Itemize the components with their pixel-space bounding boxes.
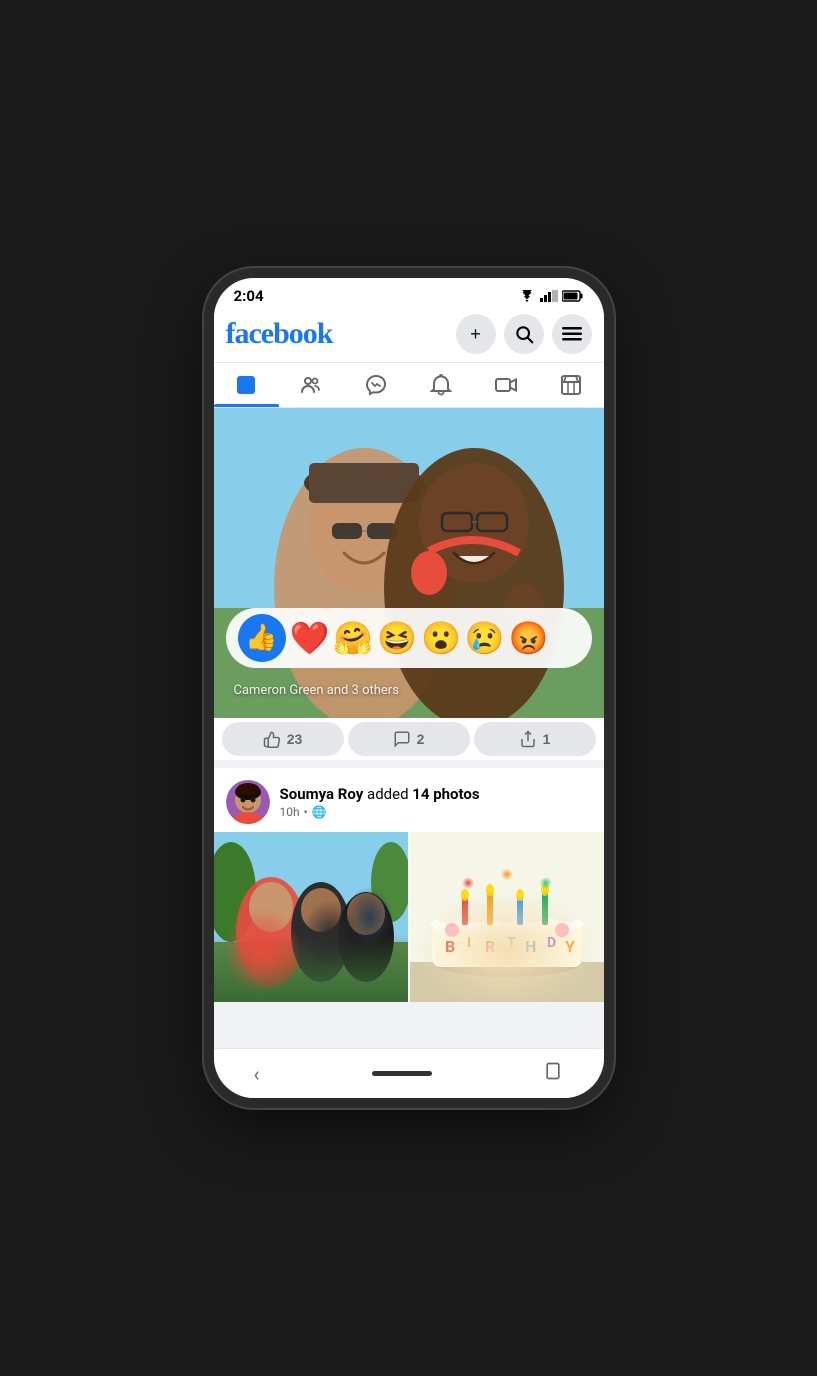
- post-time: 10h • 🌐: [280, 805, 592, 819]
- tab-friends[interactable]: [279, 363, 344, 407]
- reaction-love[interactable]: ❤️: [290, 619, 330, 657]
- home-indicator[interactable]: [372, 1071, 432, 1076]
- comment-button[interactable]: 2: [348, 722, 470, 756]
- reactions-bar: 👍 ❤️ 🤗 😆 😮 😢 😡: [226, 608, 592, 668]
- photo-1: [214, 832, 408, 1002]
- share-icon: [519, 730, 537, 748]
- photo-cell-2[interactable]: B I R T H D Y: [410, 832, 604, 1002]
- post-photo-1: [214, 408, 604, 718]
- reaction-angry[interactable]: 😡: [509, 619, 549, 657]
- author-name[interactable]: Soumya Roy: [280, 785, 364, 803]
- like-icon: [263, 730, 281, 748]
- svg-text:T: T: [507, 935, 516, 951]
- status-icons: [518, 290, 584, 302]
- dot-separator: •: [304, 805, 308, 819]
- svg-text:B: B: [445, 937, 455, 956]
- battery-icon: [562, 290, 584, 302]
- post-header-2: Soumya Roy added 14 photos 10h • 🌐: [214, 768, 604, 832]
- tab-home[interactable]: [214, 363, 279, 407]
- post-author: Soumya Roy added 14 photos: [280, 785, 592, 803]
- svg-text:Y: Y: [565, 937, 575, 956]
- status-time: 2:04: [234, 287, 264, 305]
- tab-notifications[interactable]: [409, 363, 474, 407]
- post-actions: 23 2 1: [214, 718, 604, 760]
- photo-cell-1[interactable]: [214, 832, 408, 1002]
- svg-text:H: H: [525, 937, 536, 956]
- menu-button[interactable]: [552, 314, 592, 354]
- tab-video[interactable]: [474, 363, 539, 407]
- post-card-1: 👍 ❤️ 🤗 😆 😮 😢 😡 Cameron Green and 3 other…: [214, 408, 604, 760]
- video-icon: [494, 373, 518, 397]
- home-icon: [234, 373, 258, 397]
- photos-grid: B I R T H D Y: [214, 832, 604, 1002]
- comment-count: 2: [417, 731, 425, 747]
- time-text: 10h: [280, 805, 300, 819]
- like-count: 23: [287, 731, 303, 747]
- bottom-nav: ‹: [214, 1048, 604, 1098]
- share-count: 1: [543, 731, 551, 747]
- facebook-logo: facebook: [226, 317, 456, 351]
- share-button[interactable]: 1: [474, 722, 596, 756]
- comment-icon: [393, 730, 411, 748]
- nav-tabs: [214, 363, 604, 408]
- marketplace-icon: [559, 373, 583, 397]
- post-action-text: added: [367, 785, 412, 803]
- svg-text:R: R: [485, 937, 495, 956]
- reaction-sad[interactable]: 😢: [465, 619, 505, 657]
- reactions-text: Cameron Green and 3 others: [234, 683, 399, 698]
- search-icon: [514, 324, 534, 344]
- hamburger-icon: [562, 327, 582, 341]
- rotate-button[interactable]: [543, 1061, 563, 1086]
- svg-text:D: D: [547, 935, 556, 951]
- status-bar: 2:04: [214, 278, 604, 310]
- messenger-icon: [364, 373, 388, 397]
- header-buttons: +: [456, 314, 592, 354]
- author-avatar[interactable]: [226, 780, 270, 824]
- tab-messenger[interactable]: [344, 363, 409, 407]
- app-header: facebook +: [214, 310, 604, 363]
- reaction-like[interactable]: 👍: [238, 614, 286, 662]
- post-image-container: 👍 ❤️ 🤗 😆 😮 😢 😡 Cameron Green and 3 other…: [214, 408, 604, 718]
- bell-icon: [429, 373, 453, 397]
- reaction-wow[interactable]: 😮: [421, 619, 461, 657]
- avatar-image: [226, 780, 270, 824]
- friends-icon: [299, 373, 323, 397]
- tab-marketplace[interactable]: [539, 363, 604, 407]
- like-button[interactable]: 23: [222, 722, 344, 756]
- news-feed[interactable]: 👍 ❤️ 🤗 😆 😮 😢 😡 Cameron Green and 3 other…: [214, 408, 604, 1048]
- phone-shell: 2:04: [214, 278, 604, 1098]
- reaction-haha[interactable]: 😆: [377, 619, 417, 657]
- photo-2: B I R T H D Y: [410, 832, 604, 1002]
- privacy-icon: 🌐: [312, 805, 327, 819]
- back-button[interactable]: ‹: [254, 1062, 260, 1086]
- rotate-icon: [543, 1061, 563, 1081]
- svg-text:I: I: [467, 935, 471, 951]
- add-button[interactable]: +: [456, 314, 496, 354]
- wifi-icon: [518, 290, 536, 302]
- post-meta-2: Soumya Roy added 14 photos 10h • 🌐: [280, 785, 592, 819]
- search-button[interactable]: [504, 314, 544, 354]
- photo-count: 14 photos: [412, 785, 479, 803]
- reaction-care[interactable]: 🤗: [333, 619, 373, 657]
- signal-icon: [540, 290, 558, 302]
- post-card-2: Soumya Roy added 14 photos 10h • 🌐: [214, 768, 604, 1002]
